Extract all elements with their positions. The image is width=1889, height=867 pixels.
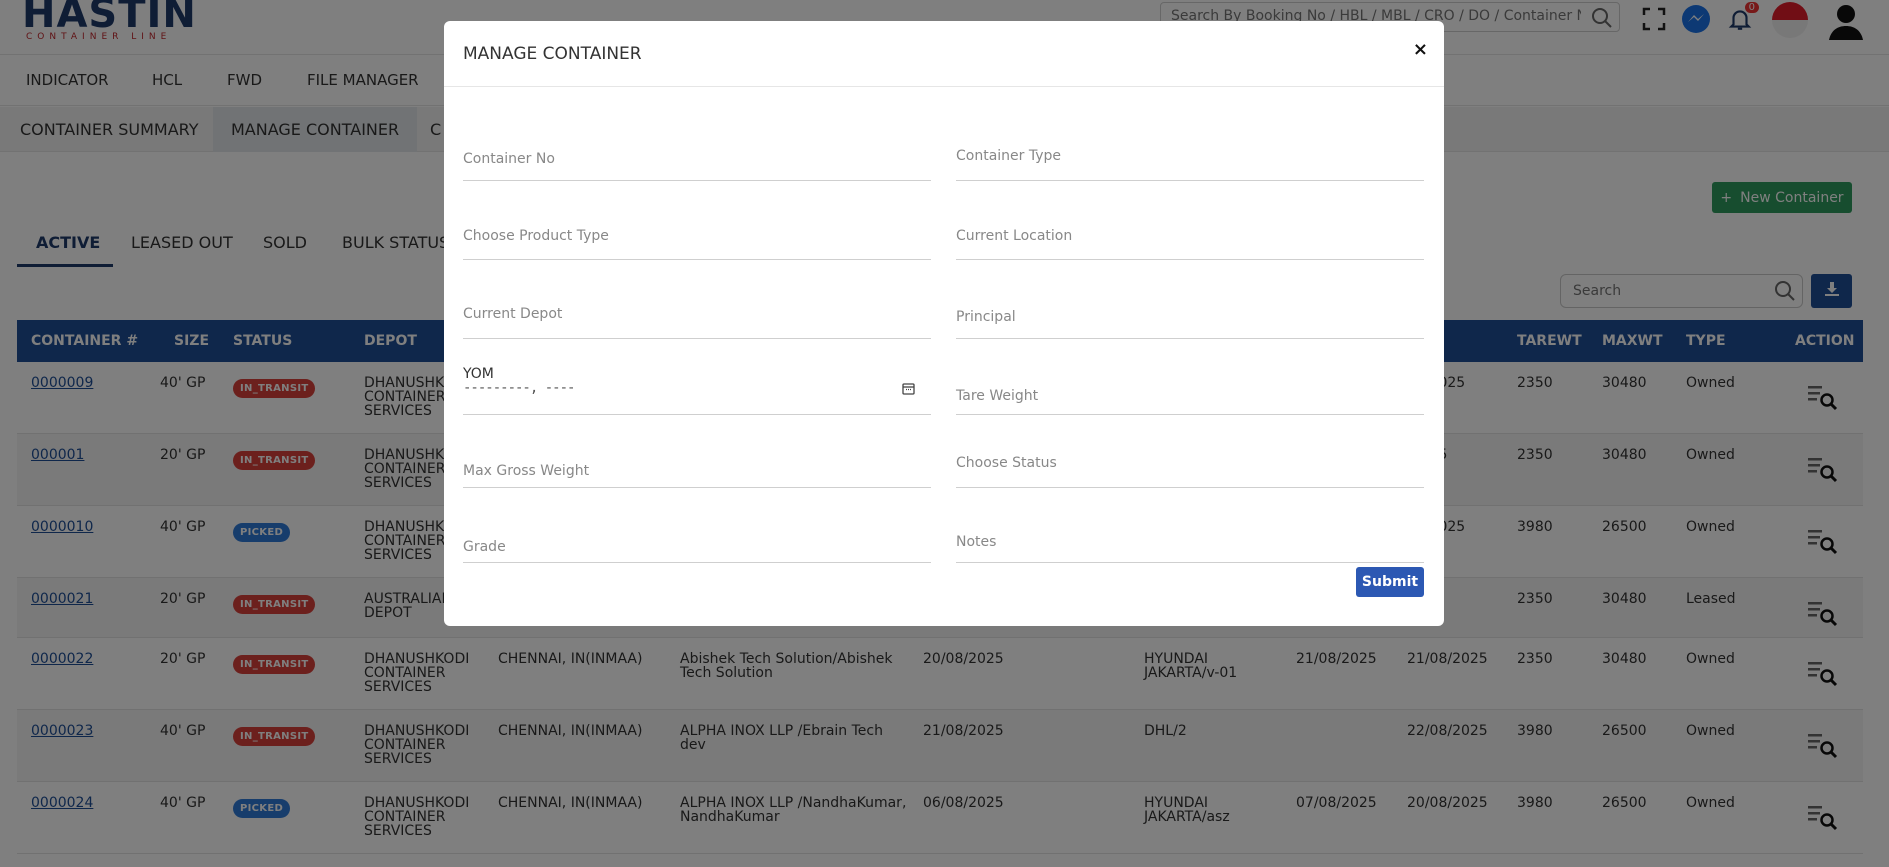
yom-date-field[interactable]: YOM ---------, ---- <box>463 358 931 415</box>
choose-status-label: Choose Status <box>956 455 1057 471</box>
modal-header: MANAGE CONTAINER × <box>444 21 1444 87</box>
principal-select[interactable]: Principal <box>956 279 1424 339</box>
container-no-field[interactable]: Container No <box>463 121 931 181</box>
tare-weight-field[interactable]: Tare Weight <box>956 358 1424 415</box>
current-depot-label: Current Depot <box>463 306 563 322</box>
principal-label: Principal <box>956 309 1016 325</box>
calendar-icon[interactable] <box>902 382 915 399</box>
modal-title: MANAGE CONTAINER <box>463 44 642 64</box>
tare-weight-label: Tare Weight <box>956 388 1039 404</box>
submit-button[interactable]: Submit <box>1356 567 1424 597</box>
current-depot-select[interactable]: Current Depot <box>463 279 931 339</box>
product-type-select[interactable]: Choose Product Type <box>463 201 931 260</box>
current-location-label: Current Location <box>956 228 1073 244</box>
grade-label: Grade <box>463 539 506 555</box>
yom-date-mask: ---------, ---- <box>463 380 575 396</box>
container-type-label: Container Type <box>956 148 1062 164</box>
notes-field[interactable]: Notes <box>956 506 1424 563</box>
close-icon[interactable]: × <box>1413 39 1428 60</box>
max-gross-weight-field[interactable]: Max Gross Weight <box>463 431 931 488</box>
manage-container-modal: MANAGE CONTAINER × Container No Choose P… <box>444 21 1444 626</box>
max-gross-weight-label: Max Gross Weight <box>463 463 590 479</box>
grade-field[interactable]: Grade <box>463 506 931 563</box>
notes-label: Notes <box>956 534 997 550</box>
current-location-select[interactable]: Current Location <box>956 201 1424 260</box>
product-type-label: Choose Product Type <box>463 228 609 244</box>
choose-status-select[interactable]: Choose Status <box>956 431 1424 488</box>
container-type-select[interactable]: Container Type <box>956 121 1424 181</box>
container-no-label: Container No <box>463 151 555 167</box>
